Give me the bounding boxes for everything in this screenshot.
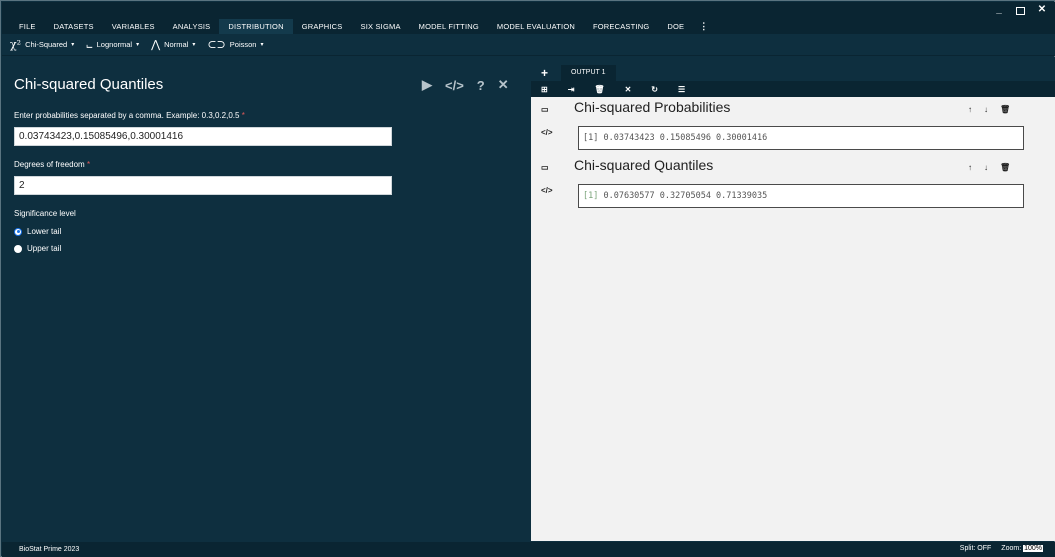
menu-datasets[interactable]: DATASETS — [45, 19, 103, 34]
result-values: 0.03743423 0.15085496 0.30001416 — [598, 133, 768, 143]
normal-label: Normal — [164, 40, 189, 49]
code-icon[interactable]: </> — [445, 78, 464, 93]
move-up-icon[interactable]: ↑ — [968, 163, 972, 172]
lognormal-curve-icon: ⨽ — [86, 37, 93, 51]
probabilities-input[interactable] — [14, 127, 392, 146]
output-panel: + OUTPUT 1 ⊞ ⇥ 🗑 ✕ ↻ ☰ ▭ </> Chi-squared… — [531, 57, 1055, 541]
block-controls: ↑ ↓ 🗑 — [968, 163, 1010, 172]
dialog-panel: Chi-squared Quantiles ▶ </> ? ✕ Enter pr… — [2, 57, 530, 541]
clear-icon[interactable]: ✕ — [625, 85, 632, 94]
lognormal-dropdown[interactable]: ⨽ Lognormal ▾ — [86, 38, 139, 52]
zoom-label: Zoom: — [1001, 545, 1022, 552]
zoom-value: 100% — [1023, 545, 1043, 552]
maximize-icon[interactable] — [1016, 7, 1025, 15]
normal-dropdown[interactable]: ⋀ Normal ▾ — [151, 38, 195, 51]
result-index: [1] — [583, 191, 599, 201]
zoom-status[interactable]: Zoom: 100% — [1001, 545, 1043, 552]
menu-graphics[interactable]: GRAPHICS — [293, 19, 352, 34]
app-window: FILE DATASETS VARIABLES ANALYSIS DISTRIB… — [0, 0, 1055, 557]
upper-tail-radio[interactable]: Upper tail — [14, 244, 61, 253]
menu-items: FILE DATASETS VARIABLES ANALYSIS DISTRIB… — [2, 18, 714, 34]
menu-model-fitting[interactable]: MODEL FITTING — [410, 19, 488, 34]
move-down-icon[interactable]: ↓ — [984, 163, 988, 172]
caret-down-icon: ▾ — [192, 42, 196, 48]
help-icon[interactable]: ? — [477, 78, 485, 93]
menu-model-evaluation[interactable]: MODEL EVALUATION — [488, 19, 584, 34]
refresh-icon[interactable]: ↻ — [651, 85, 658, 94]
move-up-icon[interactable]: ↑ — [968, 105, 972, 114]
menu-analysis[interactable]: ANALYSIS — [164, 19, 220, 34]
run-icon[interactable]: ▶ — [422, 77, 432, 93]
split-status[interactable]: Split: OFF — [960, 545, 992, 552]
caret-down-icon: ▾ — [136, 42, 140, 48]
chi-squared-dropdown[interactable]: χ² Chi-Squared ▾ — [10, 38, 74, 51]
trash-icon[interactable]: 🗑 — [1000, 105, 1010, 114]
menu-file[interactable]: FILE — [10, 19, 45, 34]
output-title: Chi-squared Probabilities — [574, 99, 731, 115]
probabilities-label-text: Enter probabilities separated by a comma… — [14, 111, 240, 120]
menu-distribution[interactable]: DISTRIBUTION — [219, 18, 293, 34]
dialog-title: Chi-squared Quantiles — [14, 76, 164, 93]
poisson-label: Poisson — [229, 40, 257, 49]
minimize-icon[interactable]: _ — [994, 4, 1004, 15]
menu-variables[interactable]: VARIABLES — [103, 19, 164, 34]
result-values: 0.07630577 0.32705054 0.71339035 — [598, 191, 768, 201]
output-title: Chi-squared Quantiles — [574, 157, 714, 173]
delete-icon[interactable]: 🗑 — [594, 85, 604, 94]
degrees-of-freedom-input[interactable] — [14, 176, 392, 195]
result-index: [1] — [583, 133, 599, 143]
status-right: Split: OFF Zoom: 100% — [960, 545, 1043, 552]
lognormal-label: Lognormal — [96, 40, 133, 49]
degrees-of-freedom-label-text: Degrees of freedom — [14, 160, 85, 169]
result-output: [1] 0.07630577 0.32705054 0.71339035 — [578, 184, 1024, 208]
radio-unselected-icon[interactable] — [14, 244, 22, 253]
poisson-dropdown[interactable]: ⊂⊃ Poisson ▾ — [207, 38, 263, 51]
degrees-of-freedom-label: Degrees of freedom * — [14, 160, 90, 169]
caret-down-icon: ▾ — [71, 42, 75, 48]
probabilities-label: Enter probabilities separated by a comma… — [14, 111, 245, 120]
close-icon[interactable]: ✕ — [498, 77, 509, 93]
lower-tail-radio[interactable]: Lower tail — [14, 227, 61, 236]
tab-output-1[interactable]: OUTPUT 1 — [561, 65, 616, 81]
collapse-icon[interactable]: ▭ — [541, 163, 549, 172]
lower-tail-label: Lower tail — [27, 227, 62, 236]
code-icon[interactable]: </> — [541, 128, 553, 137]
menu-six-sigma[interactable]: SIX SIGMA — [352, 19, 410, 34]
status-bar: BioStat Prime 2023 Split: OFF Zoom: 100% — [2, 542, 1055, 557]
result-output: [1] 0.03743423 0.15085496 0.30001416 — [578, 126, 1024, 150]
poisson-icon: ⊂⊃ — [207, 38, 226, 51]
more-menu-icon[interactable]: ⋮ — [693, 21, 714, 32]
caret-down-icon: ▾ — [260, 42, 264, 48]
menu-doe[interactable]: DOE — [658, 19, 693, 34]
export-icon[interactable]: ⇥ — [568, 85, 575, 94]
chi-squared-icon: χ² — [10, 38, 22, 51]
dialog-actions: ▶ </> ? ✕ — [422, 77, 509, 93]
app-name: BioStat Prime 2023 — [19, 546, 80, 553]
chi-squared-label: Chi-Squared — [25, 40, 68, 49]
distribution-toolbar: χ² Chi-Squared ▾ ⨽ Lognormal ▾ ⋀ Normal … — [2, 34, 1055, 56]
block-controls: ↑ ↓ 🗑 — [968, 105, 1010, 114]
significance-level-label: Significance level — [14, 209, 76, 218]
upper-tail-label: Upper tail — [27, 244, 62, 253]
required-marker: * — [86, 160, 91, 169]
menu-forecasting[interactable]: FORECASTING — [584, 19, 658, 34]
normal-curve-icon: ⋀ — [151, 38, 161, 51]
output-toolbar: ⊞ ⇥ 🗑 ✕ ↻ ☰ — [531, 81, 1055, 97]
add-tab-icon[interactable]: + — [541, 66, 548, 80]
code-icon[interactable]: </> — [541, 186, 553, 195]
close-window-icon[interactable]: ✕ — [1037, 4, 1047, 15]
output-tabs: + OUTPUT 1 — [531, 57, 1055, 81]
list-icon[interactable]: ☰ — [678, 85, 685, 94]
required-marker: * — [241, 111, 245, 120]
move-down-icon[interactable]: ↓ — [984, 105, 988, 114]
add-output-icon[interactable]: ⊞ — [541, 85, 548, 94]
radio-selected-icon[interactable] — [14, 227, 22, 236]
collapse-icon[interactable]: ▭ — [541, 105, 549, 114]
trash-icon[interactable]: 🗑 — [1000, 163, 1010, 172]
menu-bar: FILE DATASETS VARIABLES ANALYSIS DISTRIB… — [2, 2, 1055, 34]
window-controls: _ ✕ — [994, 4, 1047, 15]
